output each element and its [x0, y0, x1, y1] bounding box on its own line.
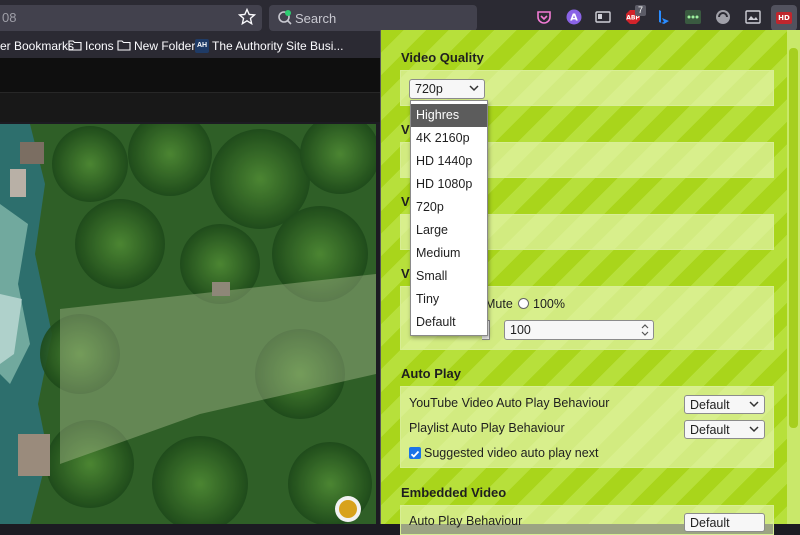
chevron-down-icon	[749, 426, 759, 433]
reader-icon[interactable]	[595, 9, 611, 25]
embedded-autoplay-select[interactable]: Default	[684, 513, 765, 532]
more-dots-icon[interactable]	[685, 9, 701, 25]
volume-mute-label: Mute	[485, 297, 513, 311]
playlist-autoplay-value: Default	[690, 423, 730, 437]
quality-option-1080p[interactable]: HD 1080p	[411, 173, 487, 196]
embedded-video-title: Embedded Video	[401, 485, 507, 500]
yt-autoplay-label: YouTube Video Auto Play Behaviour	[409, 396, 610, 410]
quality-option-large[interactable]: Large	[411, 219, 487, 242]
quality-option-small[interactable]: Small	[411, 265, 487, 288]
embedded-autoplay-value: Default	[690, 516, 730, 530]
volume-title: V	[401, 266, 410, 281]
popup-scrollbar-thumb[interactable]	[789, 48, 798, 428]
quality-option-highres[interactable]: Highres	[411, 104, 487, 127]
yt-autoplay-select[interactable]: Default	[684, 395, 765, 414]
quality-option-720p[interactable]: 720p	[411, 196, 487, 219]
volume-input[interactable]: 100	[504, 320, 654, 340]
url-text: 08	[2, 10, 17, 25]
chevron-down-icon	[749, 401, 759, 408]
embedded-autoplay-label: Auto Play Behaviour	[409, 514, 523, 528]
playlist-autoplay-select[interactable]: Default	[684, 420, 765, 439]
stepper-icon	[641, 324, 649, 336]
suggested-autoplay-checkbox[interactable]	[409, 447, 421, 459]
screenshot-icon[interactable]	[745, 9, 761, 25]
bing-icon[interactable]	[655, 9, 671, 25]
url-bar[interactable]: 08	[0, 5, 262, 31]
svg-text:A: A	[570, 13, 578, 24]
quality-option-default[interactable]: Default	[411, 311, 487, 334]
video-quality-selected: 720p	[415, 82, 443, 96]
quality-option-1440p[interactable]: HD 1440p	[411, 150, 487, 173]
privacy-icon[interactable]	[715, 9, 731, 25]
account-a-icon[interactable]: A	[566, 9, 582, 25]
yt-autoplay-value: Default	[690, 398, 730, 412]
search-engine-icon	[278, 10, 292, 25]
section-title-2: V	[401, 122, 410, 137]
hd-icon: HD	[776, 12, 792, 24]
page-header-strip	[0, 58, 380, 92]
bookmark-icons[interactable]: Icons	[85, 39, 114, 53]
page-subheader-strip	[0, 92, 380, 122]
aerial-forest-image	[0, 124, 376, 524]
video-quality-dropdown: Highres 4K 2160p HD 1440p HD 1080p 720p …	[410, 100, 488, 336]
volume-value: 100	[510, 323, 531, 337]
bookmark-authority-site[interactable]: The Authority Site Busi...	[212, 39, 343, 53]
check-icon	[410, 450, 420, 458]
bookmark-other[interactable]: er Bookmarks	[0, 39, 74, 53]
folder-icon	[68, 40, 82, 51]
video-quality-title: Video Quality	[401, 50, 484, 65]
bookmark-star-icon[interactable]	[238, 8, 256, 26]
volume-100-label: 100%	[533, 297, 565, 311]
pocket-icon[interactable]	[536, 9, 552, 25]
quality-option-4k[interactable]: 4K 2160p	[411, 127, 487, 150]
search-placeholder: Search	[295, 11, 337, 26]
abp-badge: 7	[635, 5, 647, 16]
hd-extension-button[interactable]: HD	[771, 5, 797, 31]
section-title-3: V	[401, 194, 410, 209]
bookmark-new-folder[interactable]: New Folder	[134, 39, 195, 53]
folder-icon	[117, 40, 131, 51]
quality-option-medium[interactable]: Medium	[411, 242, 487, 265]
playlist-autoplay-label: Playlist Auto Play Behaviour	[409, 421, 565, 435]
volume-100-radio[interactable]	[518, 298, 529, 309]
video-quality-select[interactable]: 720p	[409, 79, 485, 99]
suggested-autoplay-label: Suggested video auto play next	[424, 446, 599, 460]
video-frame[interactable]	[0, 124, 376, 524]
quality-option-tiny[interactable]: Tiny	[411, 288, 487, 311]
chevron-down-icon	[469, 85, 479, 92]
authority-site-favicon: AH	[195, 39, 209, 53]
auto-play-title: Auto Play	[401, 366, 461, 381]
